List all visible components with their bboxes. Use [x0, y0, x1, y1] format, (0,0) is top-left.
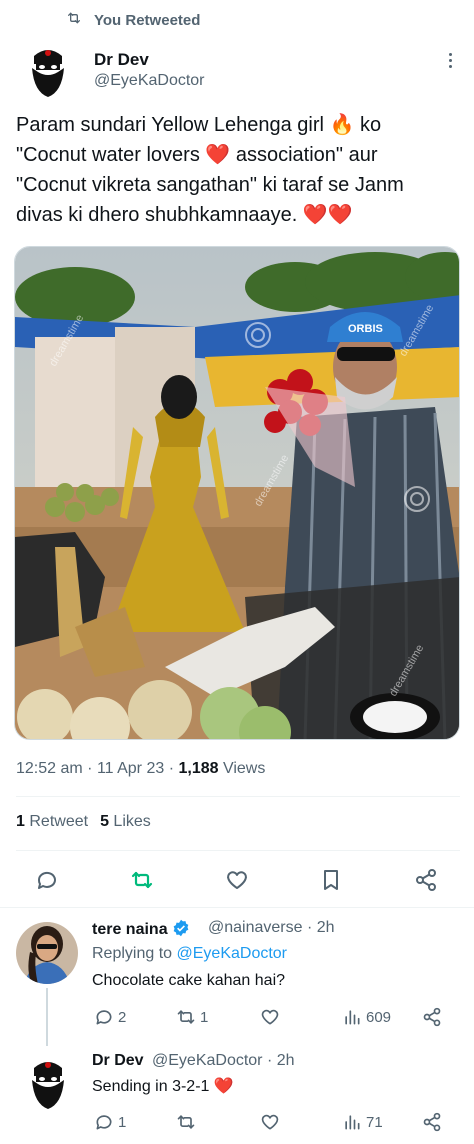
more-options-icon[interactable]: [440, 48, 460, 72]
cap-text: ORBIS: [348, 323, 383, 335]
views-count: 71: [366, 1113, 383, 1131]
tweet-meta: 12:52 am · 11 Apr 23 · 1,188 Views: [16, 760, 266, 777]
retweet-button[interactable]: [176, 1112, 196, 1132]
retweet-button[interactable]: 1: [176, 1007, 208, 1027]
like-button[interactable]: [260, 1007, 280, 1027]
divider: [0, 907, 474, 908]
like-button[interactable]: [260, 1112, 280, 1132]
replying-to-label: Replying to: [92, 945, 173, 962]
tweet-media-image[interactable]: ORBIS dreamstime dreamstime dreamstime d…: [14, 246, 460, 740]
divider: [16, 850, 460, 851]
tweet-text: Param sundari Yellow Lehenga girl 🔥 ko "…: [16, 110, 456, 230]
reply-action-bar: 1 71: [92, 1112, 452, 1136]
views-button[interactable]: 71: [342, 1112, 383, 1132]
views-icon: [345, 1115, 360, 1130]
views-icon: [345, 1010, 360, 1025]
reply-handle-time[interactable]: @nainaverse · 2h: [208, 919, 335, 937]
retweet-count: 1: [200, 1008, 209, 1026]
retweets-label: Retweet: [29, 813, 89, 830]
retweet-icon: [177, 1115, 195, 1129]
replying-to: Replying to @EyeKaDoctor: [92, 945, 287, 963]
reply-author-name[interactable]: tere naina: [92, 921, 168, 938]
reply-icon[interactable]: [33, 866, 61, 894]
reply-button[interactable]: 1: [94, 1112, 126, 1132]
tweet-text-line: "Cocnut vikreta sangathan" ki taraf se J…: [16, 174, 404, 196]
views-count: 609: [366, 1008, 392, 1026]
retweet-banner: You Retweeted: [66, 10, 200, 30]
retweet-banner-label: You Retweeted: [94, 11, 201, 29]
views-count: 1,188: [178, 760, 219, 777]
share-button[interactable]: [422, 1112, 442, 1132]
reply-avatar[interactable]: [16, 922, 78, 984]
share-button[interactable]: [422, 1007, 442, 1027]
tweet-action-bar: [0, 860, 474, 900]
thread-line: [46, 988, 48, 1046]
replying-to-handle[interactable]: @EyeKaDoctor: [177, 945, 288, 962]
reply-text: Sending in 3-2-1 ❤️: [92, 1078, 234, 1095]
tweet-date[interactable]: 11 Apr 23: [97, 760, 164, 777]
retweet-icon: [177, 1010, 195, 1024]
reply-icon: [96, 1010, 112, 1025]
likes-label: Likes: [113, 813, 151, 830]
tweet-time[interactable]: 12:52 am: [16, 760, 83, 777]
author-handle[interactable]: @EyeKaDoctor: [94, 72, 205, 90]
reply-author-avatar[interactable]: [20, 1054, 76, 1110]
likes-stat[interactable]: 5 Likes: [100, 813, 151, 831]
bookmark-icon[interactable]: [317, 866, 345, 894]
tweet-text-line: "Cocnut water lovers ❤️ association" aur: [16, 144, 378, 166]
reply-header: tere naina: [92, 919, 190, 939]
reply-handle-time[interactable]: @EyeKaDoctor · 2h: [152, 1052, 295, 1070]
reply-count: 1: [118, 1113, 127, 1131]
reply-button[interactable]: 2: [94, 1007, 126, 1027]
author-name[interactable]: Dr Dev: [94, 50, 149, 70]
tweet-text-line: divas ki dhero shubhkamnaaye. ❤️❤️: [16, 204, 353, 226]
like-icon: [261, 1114, 279, 1130]
retweet-icon: [66, 10, 82, 30]
views-button[interactable]: 609: [342, 1007, 391, 1027]
share-icon[interactable]: [412, 866, 440, 894]
verified-badge-icon: [172, 919, 190, 937]
tweet-text-line: Param sundari Yellow Lehenga girl 🔥 ko: [16, 114, 382, 136]
divider: [16, 796, 460, 797]
tweet-stats: 1 Retweet 5 Likes: [16, 813, 151, 831]
reply-count: 2: [118, 1008, 127, 1026]
reply-action-bar: 2 1 609: [92, 1007, 452, 1031]
retweets-stat[interactable]: 1 Retweet: [16, 813, 88, 831]
like-icon[interactable]: [223, 866, 251, 894]
share-icon: [423, 1007, 441, 1027]
reply-author-name[interactable]: Dr Dev: [92, 1052, 144, 1070]
views-label: Views: [222, 760, 266, 777]
author-avatar[interactable]: [20, 42, 76, 98]
share-icon: [423, 1112, 441, 1132]
retweets-count: 1: [16, 813, 25, 830]
retweet-icon-active[interactable]: [128, 866, 156, 894]
reply-icon: [96, 1115, 112, 1130]
likes-count: 5: [100, 813, 109, 830]
reply-text: Chocolate cake kahan hai?: [92, 972, 286, 989]
like-icon: [261, 1009, 279, 1025]
